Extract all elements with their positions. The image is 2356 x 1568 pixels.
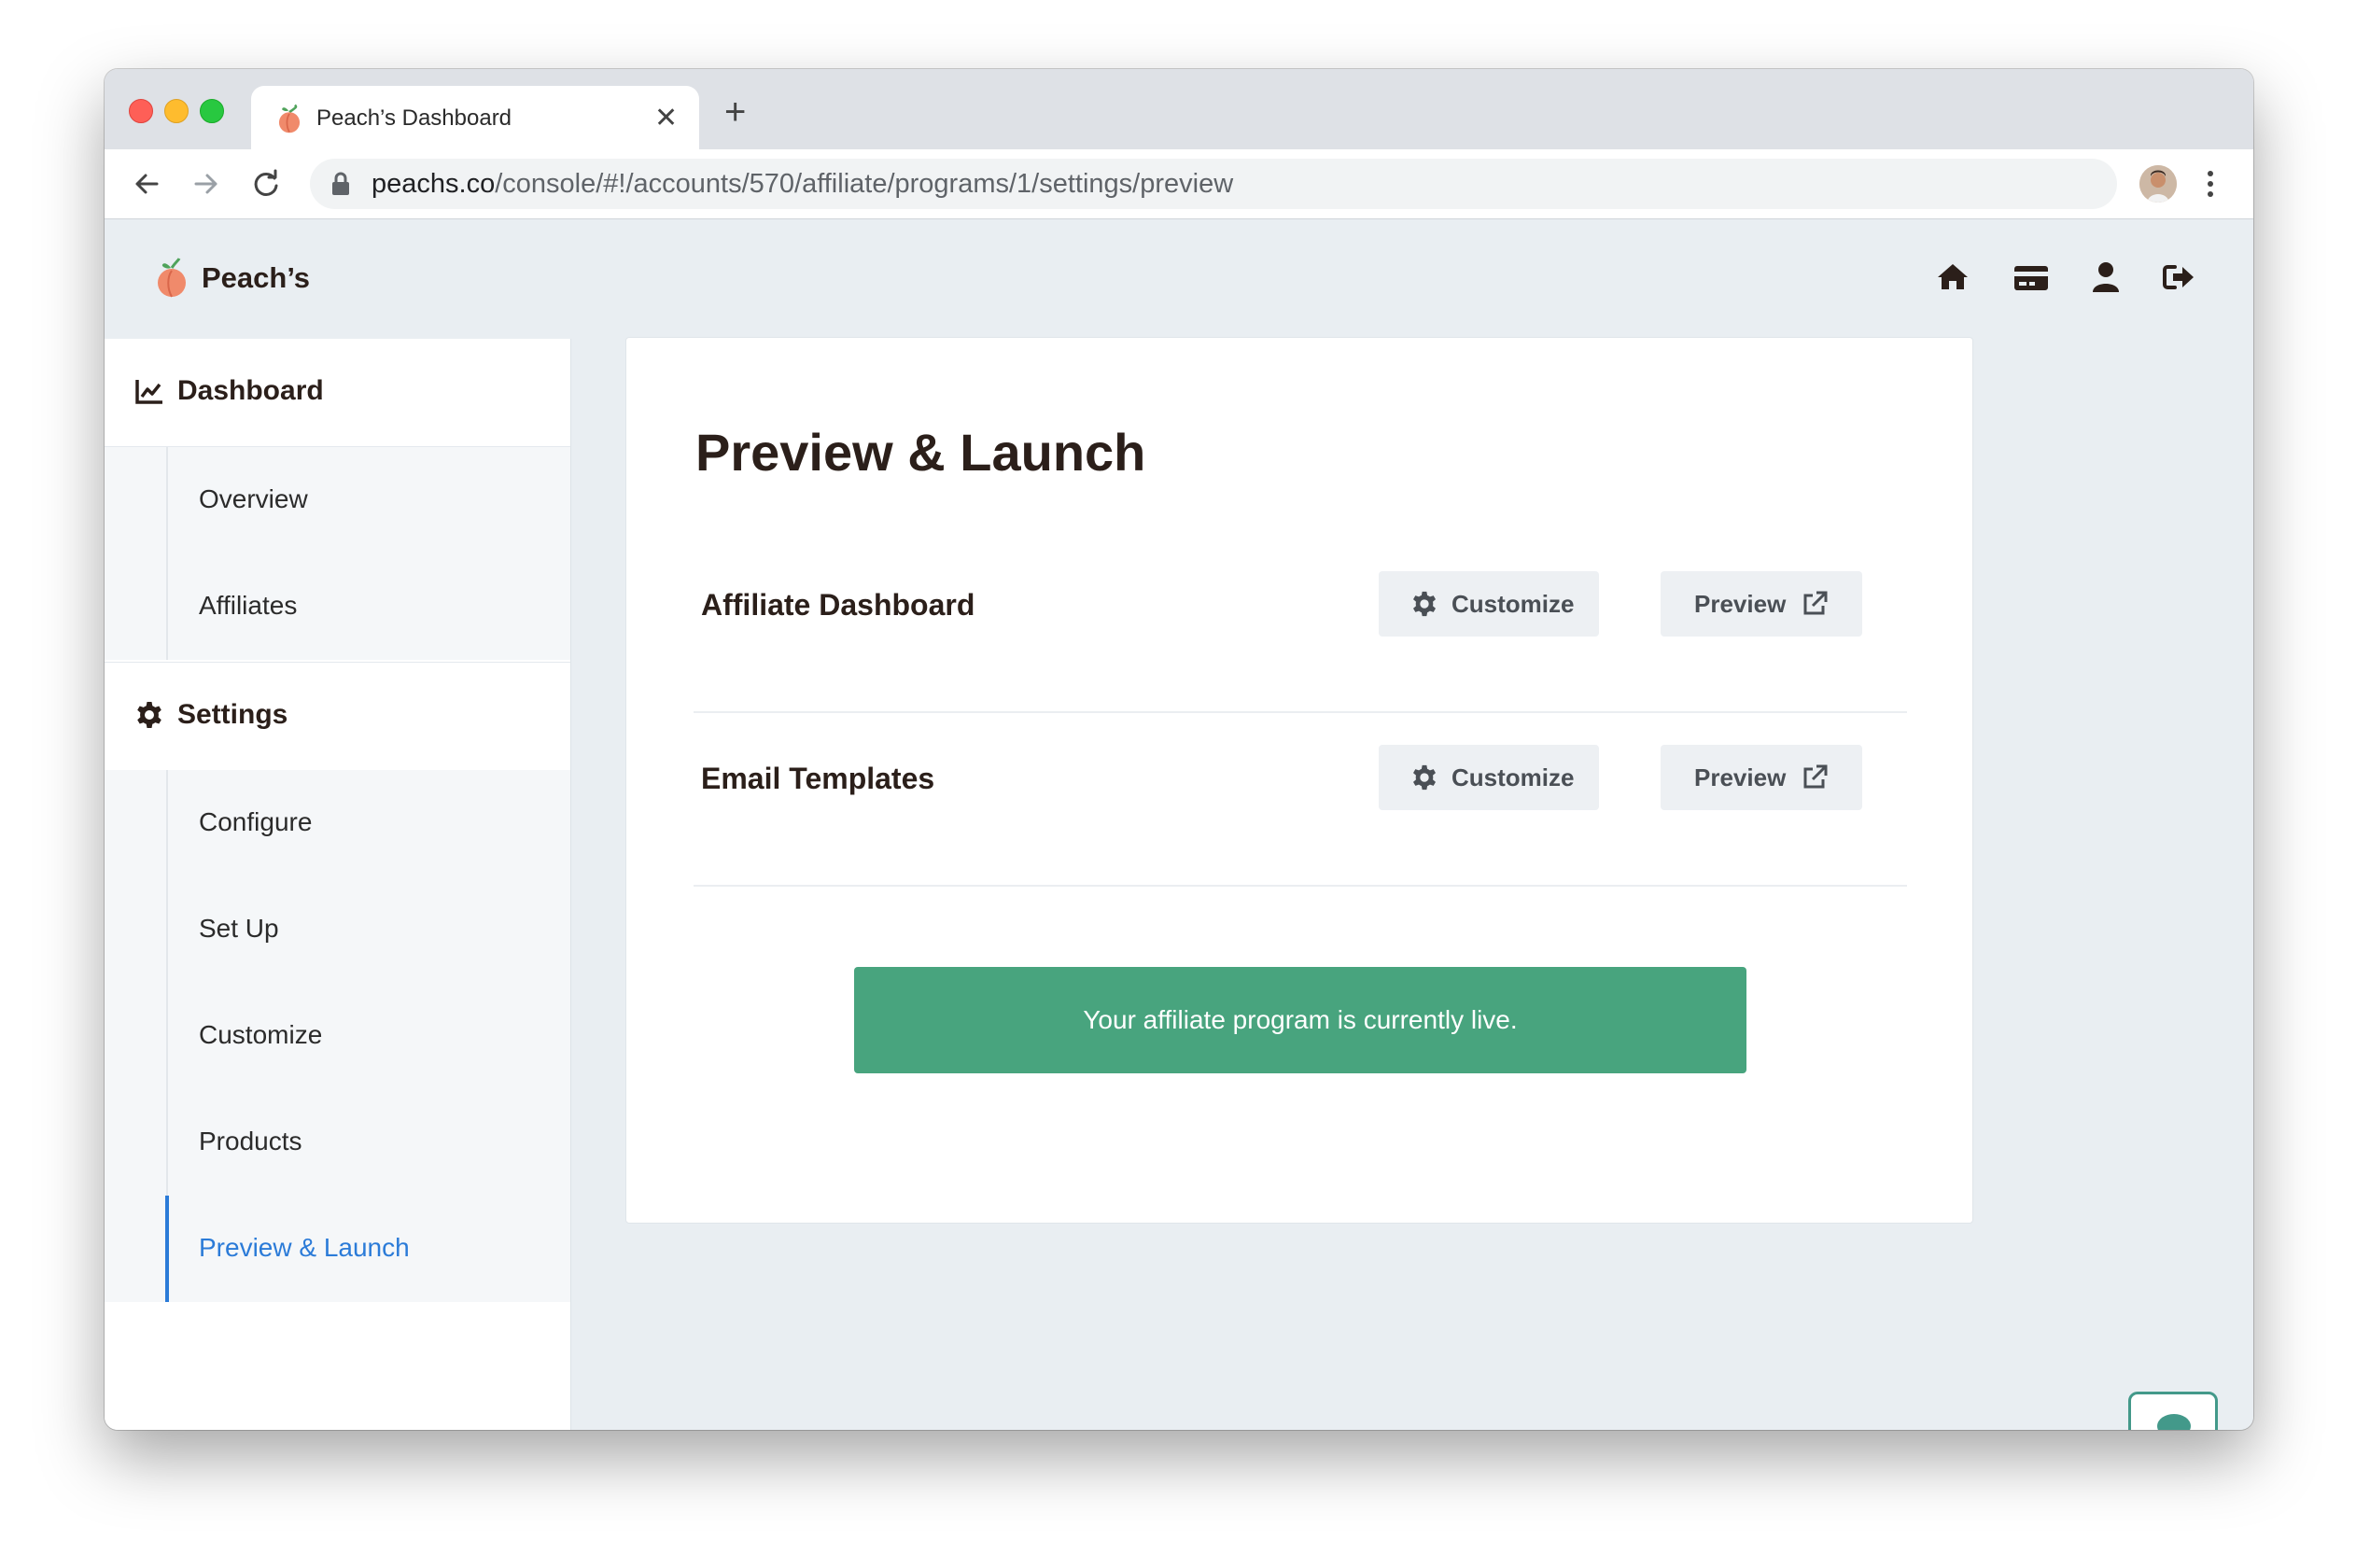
row-label: Email Templates: [701, 762, 935, 795]
minimize-window-button[interactable]: [164, 99, 189, 123]
active-indicator: [165, 1196, 169, 1302]
preview-button-label: Preview: [1694, 763, 1787, 791]
sidebar-item-label: Configure: [199, 807, 313, 836]
browser-menu-icon[interactable]: [2205, 166, 2216, 202]
app-viewport: Peach’s Dashboard Overview Affiliates Se…: [105, 219, 2253, 1430]
peach-favicon-icon: [278, 104, 301, 133]
back-arrow-icon[interactable]: [129, 166, 164, 202]
sidebar-item-label: Products: [199, 1127, 302, 1155]
gear-icon: [1413, 591, 1436, 617]
preview-button[interactable]: Preview: [1661, 571, 1862, 637]
user-icon[interactable]: [2087, 259, 2125, 296]
external-link-icon: [1803, 764, 1828, 789]
sign-out-icon[interactable]: [2160, 259, 2197, 296]
sidebar: Dashboard Overview Affiliates Settings C…: [105, 339, 571, 1430]
tab-close-icon[interactable]: ✕: [654, 104, 678, 133]
forward-arrow-icon[interactable]: [189, 166, 224, 202]
launch-row-affiliate-dashboard: Affiliate Dashboard Customize Preview: [694, 538, 1907, 713]
browser-tab[interactable]: Peach’s Dashboard ✕: [251, 86, 699, 151]
sidebar-item-set-up[interactable]: Set Up: [105, 876, 570, 983]
preview-button[interactable]: Preview: [1661, 745, 1862, 810]
preview-button-label: Preview: [1694, 590, 1787, 618]
launch-row-email-templates: Email Templates Customize Preview: [694, 711, 1907, 887]
sidebar-item-products[interactable]: Products: [105, 1089, 570, 1196]
sidebar-section-settings[interactable]: Settings: [105, 662, 570, 771]
credit-card-icon[interactable]: [2012, 259, 2050, 296]
browser-toolbar: peachs.co/console/#!/accounts/570/affili…: [105, 149, 2253, 219]
sidebar-item-label: Customize: [199, 1020, 323, 1049]
customize-button-label: Customize: [1451, 763, 1575, 791]
profile-photo-icon: [2139, 165, 2177, 203]
program-live-status-banner: Your affiliate program is currently live…: [854, 967, 1746, 1073]
new-tab-button[interactable]: +: [724, 93, 746, 131]
sidebar-item-label: Set Up: [199, 914, 279, 943]
sidebar-item-customize[interactable]: Customize: [105, 983, 570, 1089]
browser-window: Peach’s Dashboard ✕ + peachs.co/console/…: [105, 69, 2253, 1430]
url-text: peachs.co/console/#!/accounts/570/affili…: [372, 168, 1233, 200]
sidebar-group-settings: Configure Set Up Customize Products Prev…: [105, 770, 570, 1302]
external-link-icon: [1803, 591, 1828, 615]
sidebar-section-label: Dashboard: [177, 375, 324, 406]
lock-icon: [332, 172, 349, 195]
page-title: Preview & Launch: [695, 423, 1146, 482]
sidebar-section-dashboard[interactable]: Dashboard: [105, 339, 570, 447]
gear-icon: [1413, 764, 1436, 791]
maximize-window-button[interactable]: [200, 99, 224, 123]
address-bar[interactable]: peachs.co/console/#!/accounts/570/affili…: [310, 159, 2117, 209]
sidebar-item-label: Affiliates: [199, 591, 298, 620]
close-window-button[interactable]: [129, 99, 153, 123]
chat-bubble-icon: [2157, 1414, 2191, 1430]
sidebar-item-affiliates[interactable]: Affiliates: [105, 553, 570, 660]
row-label: Affiliate Dashboard: [701, 588, 975, 622]
sidebar-item-preview-launch[interactable]: Preview & Launch: [105, 1196, 570, 1302]
sidebar-group-dashboard: Overview Affiliates: [105, 447, 570, 660]
line-chart-icon: [135, 380, 162, 404]
tab-title: Peach’s Dashboard: [316, 105, 512, 131]
sidebar-item-label: Overview: [199, 484, 308, 513]
browser-titlebar: Peach’s Dashboard ✕ +: [105, 69, 2253, 151]
brand-name: Peach’s: [202, 261, 311, 294]
url-host: peachs.co: [372, 169, 496, 199]
home-icon[interactable]: [1934, 259, 1971, 296]
url-path: /console/#!/accounts/570/affiliate/progr…: [495, 169, 1234, 199]
sidebar-item-configure[interactable]: Configure: [105, 770, 570, 876]
reload-icon[interactable]: [248, 166, 284, 202]
sidebar-section-label: Settings: [177, 699, 288, 730]
chat-button[interactable]: [2128, 1392, 2218, 1430]
gear-icon: [137, 702, 161, 728]
customize-button[interactable]: Customize: [1379, 571, 1599, 637]
sidebar-item-overview[interactable]: Overview: [105, 447, 570, 553]
peach-logo-icon: [158, 258, 186, 298]
sidebar-item-label: Preview & Launch: [199, 1233, 410, 1262]
profile-avatar[interactable]: [2139, 165, 2177, 203]
customize-button-label: Customize: [1451, 590, 1575, 618]
customize-button[interactable]: Customize: [1379, 745, 1599, 810]
main-card: Preview & Launch Affiliate Dashboard Cus…: [625, 337, 1973, 1224]
